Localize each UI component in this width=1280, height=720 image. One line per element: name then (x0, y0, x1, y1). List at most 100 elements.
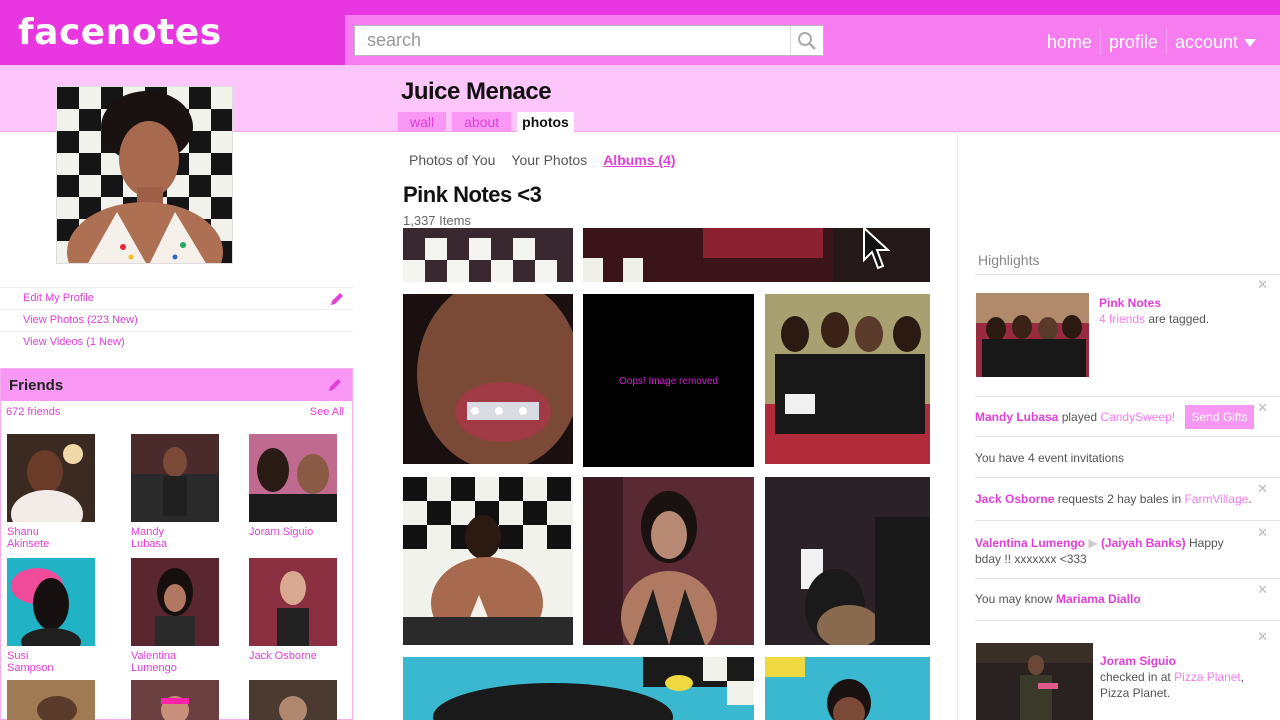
highlight-person-link[interactable]: Valentina Lumengo (975, 536, 1085, 550)
album-photo[interactable] (765, 657, 930, 720)
logo[interactable]: facenotes (18, 12, 222, 53)
nav-account-label: account (1174, 31, 1238, 52)
friend-photo[interactable] (131, 434, 219, 522)
search-button[interactable] (790, 26, 823, 55)
pencil-icon[interactable] (329, 291, 345, 307)
removed-photo[interactable]: Oops! Image removed (583, 294, 754, 467)
highlight-person-link[interactable]: (Jaiyah Banks) (1101, 536, 1186, 550)
friend-photo[interactable] (131, 680, 219, 720)
friend-photo[interactable] (7, 558, 95, 646)
friend-card[interactable]: Valentina Lumengo (131, 558, 231, 674)
top-bar: facenotes home profile account (0, 0, 1280, 65)
pencil-icon[interactable] (327, 377, 343, 393)
divider (975, 477, 1280, 478)
album-photo[interactable] (403, 657, 754, 720)
close-icon[interactable]: ✕ (1257, 629, 1268, 645)
friend-card[interactable]: Shanu Akinsete (7, 434, 107, 550)
highlight-photo[interactable] (976, 293, 1089, 377)
friend-card[interactable]: Joram Siguio (249, 434, 349, 538)
friend-name[interactable]: Shanu Akinsete (7, 526, 77, 550)
album-count: 1,337 Items (403, 213, 471, 228)
close-icon[interactable]: ✕ (1257, 525, 1268, 541)
divider (975, 274, 1280, 275)
tab-your-photos[interactable]: Your Photos (511, 152, 587, 168)
highlight-text: checked in at (1100, 670, 1171, 684)
friend-name[interactable]: Joram Siguio (249, 526, 319, 538)
friend-name[interactable]: Mandy Lubasa (131, 526, 201, 550)
nav-profile[interactable]: profile (1101, 32, 1166, 53)
friends-header: Friends (1, 369, 352, 401)
friend-name[interactable]: Valentina Lumengo (131, 650, 201, 674)
highlight-item: Jack Osborne requests 2 hay bales in Far… (975, 491, 1252, 507)
friend-card[interactable] (249, 680, 349, 720)
photo-tabs: Photos of You Your Photos Albums (4) (409, 152, 676, 168)
highlight-game-link[interactable]: CandySweep! (1100, 410, 1175, 424)
friend-card[interactable]: Susi Sampson (7, 558, 107, 674)
tab-about[interactable]: about (452, 112, 512, 132)
arrow-right-icon: ▶ (1088, 536, 1098, 550)
highlight-item: Mandy Lubasa played CandySweep! (975, 409, 1175, 425)
highlight-item: Valentina Lumengo ▶ (Jaiyah Banks) Happy… (975, 535, 1245, 567)
friend-photo[interactable] (7, 680, 95, 720)
close-icon[interactable]: ✕ (1257, 481, 1268, 497)
send-gifts-button[interactable]: Send Gifts (1185, 405, 1254, 429)
friend-card[interactable]: Jack Osborne (249, 558, 349, 662)
view-videos-link[interactable]: View Videos (1 New) (0, 331, 353, 353)
friend-card[interactable]: Mandy Lubasa (131, 434, 231, 550)
friend-name[interactable]: Susi Sampson (7, 650, 77, 674)
tab-albums[interactable]: Albums (4) (603, 152, 675, 168)
album-photo[interactable] (583, 477, 754, 645)
friend-card[interactable] (131, 680, 231, 720)
search-input[interactable] (355, 26, 791, 55)
friend-photo[interactable] (249, 680, 337, 720)
friend-card[interactable] (7, 680, 107, 720)
view-photos-link[interactable]: View Photos (223 New) (0, 309, 353, 331)
close-icon[interactable]: ✕ (1257, 582, 1268, 598)
album-photo[interactable] (403, 228, 573, 282)
album-photo[interactable] (765, 294, 930, 464)
friend-photo[interactable] (131, 558, 219, 646)
tab-photos[interactable]: photos (517, 112, 574, 132)
friend-photo[interactable] (7, 434, 95, 522)
right-column-divider (957, 131, 958, 720)
nav-account[interactable]: account (1167, 32, 1264, 53)
nav-home[interactable]: home (1039, 32, 1100, 53)
highlight-person-link[interactable]: Mandy Lubasa (975, 410, 1058, 424)
album-photo[interactable] (765, 477, 930, 645)
mouse-cursor-icon (863, 226, 890, 270)
friends-count[interactable]: 672 friends (6, 406, 60, 418)
friend-photo[interactable] (249, 434, 337, 522)
album-photo[interactable] (403, 294, 573, 464)
friends-meta: 672 friends See All (1, 401, 352, 423)
highlight-photo[interactable] (976, 643, 1093, 720)
profile-tabs: wall about photos (398, 112, 574, 132)
avatar[interactable] (56, 86, 233, 264)
search-box (354, 25, 824, 56)
highlight-person-link[interactable]: Jack Osborne (975, 492, 1054, 506)
friend-name[interactable]: Jack Osborne (249, 650, 319, 662)
edit-profile-label: Edit My Profile (23, 292, 94, 304)
highlight-person-link[interactable]: Mariama Diallo (1056, 592, 1141, 606)
highlight-game-link[interactable]: FarmVillage (1184, 492, 1248, 506)
highlight-place-link[interactable]: Pizza Planet (1174, 670, 1241, 684)
album-photo[interactable] (403, 477, 573, 645)
avatar-photo (57, 87, 232, 263)
highlight-item: Pink Notes 4 friends are tagged. (1099, 295, 1269, 327)
close-icon[interactable]: ✕ (1257, 277, 1268, 293)
highlight-item[interactable]: You have 4 event invitations (975, 450, 1124, 466)
tab-photos-of-you[interactable]: Photos of You (409, 152, 495, 168)
tab-wall[interactable]: wall (398, 112, 447, 132)
highlight-text: requests 2 hay bales in (1057, 492, 1182, 506)
highlight-item: You may know Mariama Diallo (975, 591, 1141, 607)
removed-notice: Oops! Image removed (619, 376, 718, 387)
highlight-album-link[interactable]: Pink Notes (1099, 296, 1161, 310)
highlight-friends-link[interactable]: 4 friends (1099, 312, 1145, 326)
edit-profile-link[interactable]: Edit My Profile (0, 287, 353, 309)
highlight-person-link[interactable]: Joram Siguio (1100, 654, 1176, 668)
friend-photo[interactable] (249, 558, 337, 646)
highlight-text: You may know (975, 592, 1053, 606)
see-all-link[interactable]: See All (310, 406, 344, 418)
search-icon (798, 31, 816, 50)
highlights-title: Highlights (978, 252, 1040, 268)
close-icon[interactable]: ✕ (1257, 400, 1268, 416)
